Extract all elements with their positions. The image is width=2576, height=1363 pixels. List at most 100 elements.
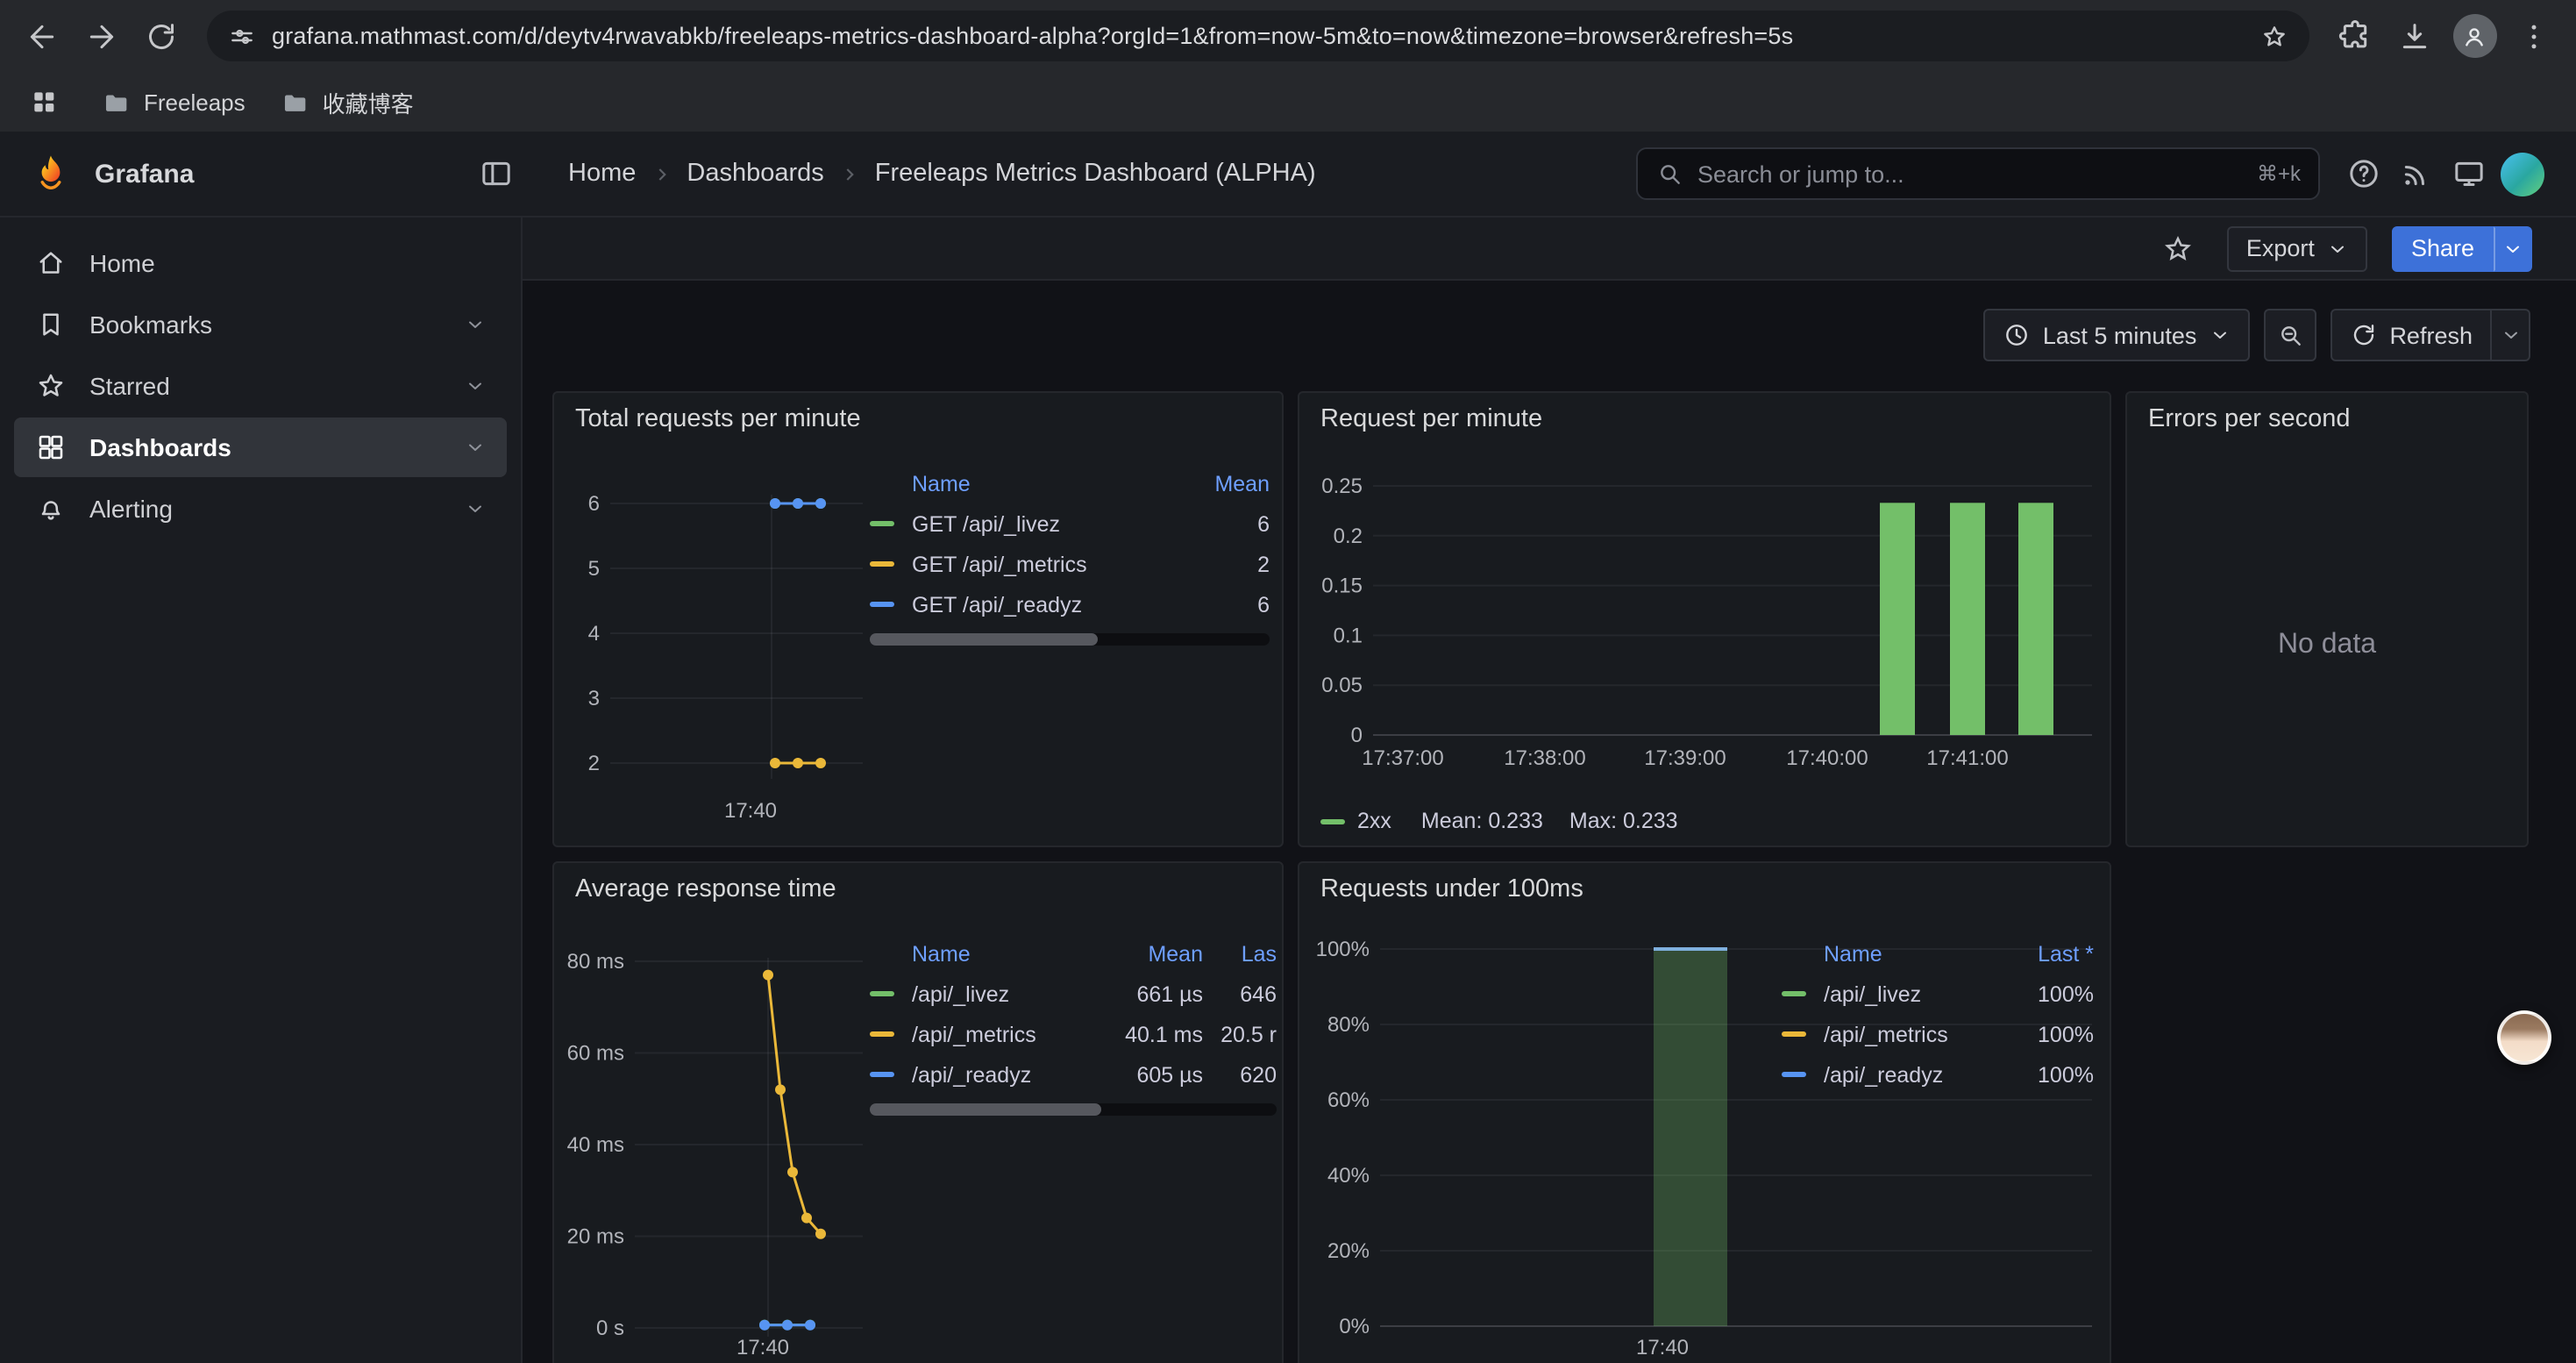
display-button[interactable] [2443, 147, 2495, 200]
refresh-label: Refresh [2389, 322, 2473, 348]
panel-title[interactable]: Request per minute [1299, 393, 2110, 446]
bookmark-folder-blogs[interactable]: 收藏博客 [281, 85, 414, 118]
sidebar-item-home[interactable]: Home [14, 233, 507, 293]
bookmark-page-star-icon[interactable] [2260, 22, 2288, 50]
svg-text:17:40: 17:40 [737, 1336, 789, 1359]
legend-row[interactable]: /api/_readyz605 µs620 [870, 1054, 1277, 1095]
sidebar-item-label: Alerting [89, 495, 173, 523]
legend-row[interactable]: /api/_metrics40.1 ms20.5 r [870, 1014, 1277, 1054]
back-button[interactable] [14, 8, 70, 64]
chevron-down-icon [2327, 238, 2348, 259]
panel-title[interactable]: Requests under 100ms [1299, 863, 2110, 916]
svg-text:17:38:00: 17:38:00 [1504, 746, 1585, 770]
home-icon [35, 247, 67, 279]
legend-column-header[interactable]: Name [912, 941, 1094, 966]
forward-button[interactable] [74, 8, 130, 64]
series-value: 6 [1192, 511, 1270, 536]
legend-column-header[interactable]: Last * [2013, 941, 2094, 966]
legend-row[interactable]: /api/_livez661 µs646 [870, 974, 1277, 1014]
chevron-down-icon[interactable] [465, 498, 486, 519]
apps-grid-button[interactable] [21, 79, 67, 125]
breadcrumb-dashboards[interactable]: Dashboards [687, 160, 823, 188]
svg-text:5: 5 [588, 557, 600, 581]
panel-body: 80 ms60 ms40 ms20 ms0 s17:40NameMeanLas/… [554, 916, 1282, 1363]
series-color-swatch [870, 991, 894, 996]
export-button[interactable]: Export [2227, 225, 2367, 271]
legend-column-header[interactable]: Name [912, 471, 1182, 496]
sidebar-item-label: Home [89, 249, 155, 277]
site-settings-icon[interactable] [228, 22, 256, 50]
panel-legend[interactable]: 2xxMean: 0.233Max: 0.233 [1320, 809, 1692, 833]
collapse-sidebar-button[interactable] [470, 147, 523, 200]
panel-title[interactable]: Errors per second [2127, 393, 2527, 446]
legend-horizontal-scrollbar[interactable] [870, 1103, 1277, 1116]
news-button[interactable] [2390, 147, 2443, 200]
grafana-brand[interactable]: Grafana [28, 151, 470, 196]
legend-row[interactable]: GET /api/_livez6 [870, 503, 1270, 544]
svg-text:60 ms: 60 ms [567, 1042, 624, 1066]
chevron-right-icon [838, 162, 861, 185]
sidebar-item-alerting[interactable]: Alerting [14, 479, 507, 539]
svg-text:80 ms: 80 ms [567, 950, 624, 974]
series-value: 6 [1192, 592, 1270, 617]
svg-text:17:40:00: 17:40:00 [1786, 746, 1868, 770]
browser-menu-button[interactable] [2506, 8, 2562, 64]
chart-plot: 0.250.20.150.10.05017:37:0017:38:0017:39… [1299, 446, 2110, 847]
user-menu-button[interactable] [2495, 147, 2548, 200]
panel-toggle-icon [479, 156, 514, 191]
floating-assistant-avatar[interactable] [2497, 1010, 2551, 1065]
url-text[interactable]: grafana.mathmast.com/d/deytv4rwavabkb/fr… [272, 23, 2245, 49]
series-color-swatch [1782, 1072, 1806, 1077]
brand-name: Grafana [95, 159, 194, 189]
legend-column-header[interactable]: Mean [1192, 471, 1270, 496]
reload-button[interactable] [133, 8, 189, 64]
breadcrumb-home[interactable]: Home [568, 160, 636, 188]
share-dropdown-button[interactable] [2494, 225, 2532, 271]
search-input[interactable] [1697, 161, 2243, 187]
svg-text:0 s: 0 s [596, 1317, 624, 1340]
bookmark-folder-freeleaps[interactable]: Freeleaps [102, 87, 246, 117]
series-color-swatch [1782, 1031, 1806, 1037]
zoom-out-button[interactable] [2263, 309, 2316, 361]
bookmark-label: 收藏博客 [323, 85, 414, 118]
sidebar-item-starred[interactable]: Starred [14, 356, 507, 416]
legend-row[interactable]: GET /api/_metrics2 [870, 544, 1270, 584]
help-button[interactable] [2338, 147, 2390, 200]
refresh-button[interactable]: Refresh [2330, 309, 2492, 361]
panel-title[interactable]: Total requests per minute [554, 393, 1282, 446]
series-value: 2 [1192, 552, 1270, 576]
question-circle-icon [2346, 156, 2381, 191]
chevron-down-icon [2209, 325, 2230, 346]
panel-title[interactable]: Average response time [554, 863, 1282, 916]
time-range-picker[interactable]: Last 5 minutes [1983, 309, 2250, 361]
chevron-down-icon[interactable] [465, 437, 486, 458]
refresh-interval-dropdown[interactable] [2492, 309, 2530, 361]
favorite-dashboard-button[interactable] [2153, 225, 2202, 271]
dashboard-actions-bar: Export Share [523, 218, 2576, 281]
legend-row[interactable]: GET /api/_readyz6 [870, 584, 1270, 624]
scrollbar-thumb[interactable] [870, 1103, 1101, 1116]
sidebar-item-bookmarks[interactable]: Bookmarks [14, 295, 507, 354]
legend-column-header[interactable]: Name [1824, 941, 2003, 966]
search-bar[interactable]: ⌘+k [1636, 147, 2320, 200]
downloads-button[interactable] [2387, 8, 2443, 64]
legend-column-header[interactable]: Las [1213, 941, 1277, 966]
legend-horizontal-scrollbar[interactable] [870, 633, 1270, 646]
panel-legend: Name Mean GET /api/_livez6GET /api/_metric… [870, 463, 1270, 646]
chevron-down-icon[interactable] [465, 314, 486, 335]
legend-column-header[interactable]: Mean [1105, 941, 1203, 966]
chevron-down-icon[interactable] [465, 375, 486, 396]
legend-row[interactable]: /api/_readyz100% [1782, 1054, 2094, 1095]
svg-text:0.05: 0.05 [1321, 674, 1363, 697]
extensions-button[interactable] [2327, 8, 2383, 64]
url-bar[interactable]: grafana.mathmast.com/d/deytv4rwavabkb/fr… [207, 11, 2309, 61]
legend-row[interactable]: /api/_livez100% [1782, 974, 2094, 1014]
chevron-down-icon [2500, 325, 2521, 346]
legend-row[interactable]: /api/_metrics100% [1782, 1014, 2094, 1054]
browser-profile-button[interactable] [2446, 8, 2502, 64]
share-button[interactable]: Share [2392, 225, 2494, 271]
svg-text:40%: 40% [1327, 1164, 1370, 1188]
sidebar-item-dashboards[interactable]: Dashboards [14, 417, 507, 477]
scrollbar-thumb[interactable] [870, 633, 1098, 646]
series-value: 40.1 ms [1105, 1022, 1203, 1046]
